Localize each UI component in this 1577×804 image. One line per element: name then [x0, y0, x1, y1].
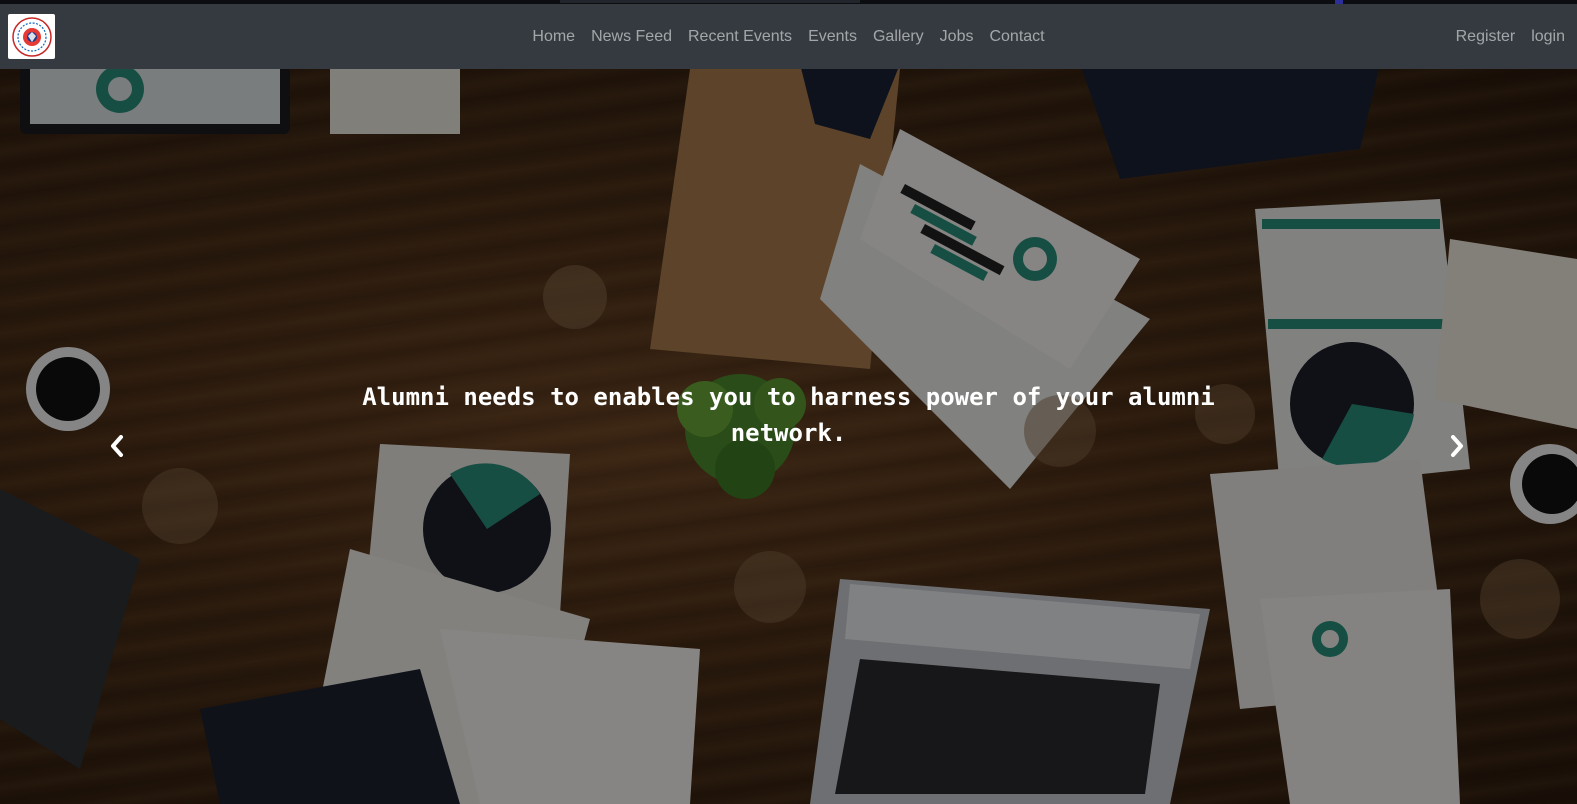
main-nav: Home News Feed Recent Events Events Gall…: [0, 4, 1577, 69]
chevron-left-icon: [111, 435, 123, 457]
nav-home[interactable]: Home: [524, 4, 583, 69]
nav-login[interactable]: login: [1523, 28, 1573, 46]
nav-news-feed[interactable]: News Feed: [583, 4, 680, 69]
chevron-right-icon: [1451, 435, 1463, 457]
hero-carousel: Alumni needs to enables you to harness p…: [0, 69, 1577, 804]
carousel-next-button[interactable]: [1442, 431, 1472, 461]
navbar: Home News Feed Recent Events Events Gall…: [0, 4, 1577, 69]
nav-contact[interactable]: Contact: [981, 4, 1052, 69]
nav-jobs[interactable]: Jobs: [932, 4, 982, 69]
carousel-caption: Alumni needs to enables you to harness p…: [362, 383, 1215, 447]
nav-gallery[interactable]: Gallery: [865, 4, 932, 69]
nav-recent-events[interactable]: Recent Events: [680, 4, 800, 69]
carousel-prev-button[interactable]: [102, 431, 132, 461]
nav-register[interactable]: Register: [1448, 28, 1524, 46]
nav-events[interactable]: Events: [800, 4, 865, 69]
top-strip-segment: [560, 0, 860, 3]
auth-nav: Register login: [1448, 4, 1573, 69]
